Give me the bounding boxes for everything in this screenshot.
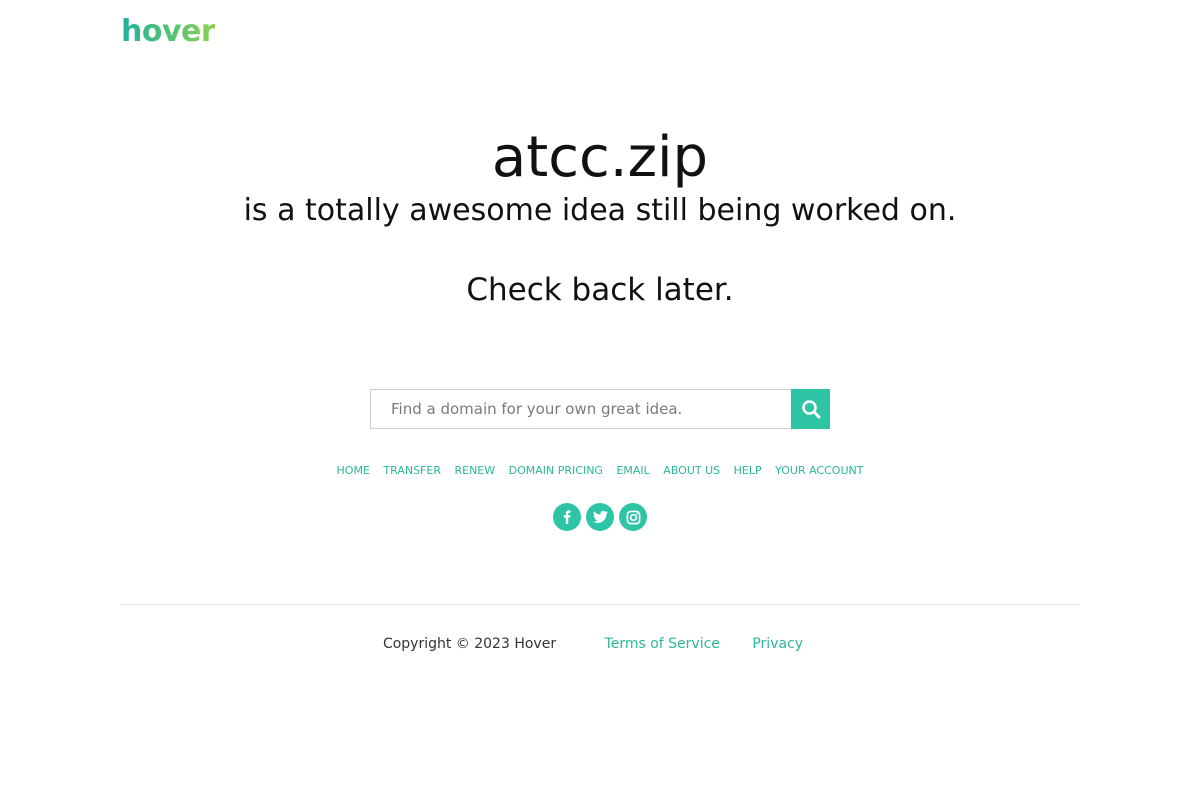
footer: Copyright © 2023 Hover Terms of Service … [0,634,1200,654]
footer-nav: HOME TRANSFER RENEW DOMAIN PRICING EMAIL… [0,463,1200,479]
terms-of-service-link[interactable]: Terms of Service [605,636,720,652]
nav-about-us[interactable]: ABOUT US [663,464,720,477]
facebook-icon [563,510,571,524]
nav-domain-pricing[interactable]: DOMAIN PRICING [509,464,603,477]
search-button[interactable] [791,389,830,429]
page: hover atcc.zip is a totally awesome idea… [0,0,1200,800]
social-links [0,503,1200,531]
privacy-link[interactable]: Privacy [752,636,803,652]
instagram-link[interactable] [619,503,647,531]
nav-transfer[interactable]: TRANSFER [383,464,441,477]
facebook-link[interactable] [553,503,581,531]
nav-email[interactable]: EMAIL [616,464,649,477]
hover-logo[interactable]: hover [121,14,216,50]
nav-help[interactable]: HELP [734,464,762,477]
footer-divider [120,604,1080,605]
twitter-icon [592,510,608,523]
check-back-text: Check back later. [466,272,734,308]
nav-renew[interactable]: RENEW [454,464,495,477]
copyright-text: Copyright © 2023 Hover [382,636,557,652]
domain-search-input[interactable] [370,389,791,429]
nav-home[interactable]: HOME [337,464,370,477]
tagline: is a totally awesome idea still being wo… [243,193,957,228]
twitter-link[interactable] [586,503,614,531]
domain-search-form [370,389,830,429]
nav-your-account[interactable]: YOUR ACCOUNT [775,464,863,477]
instagram-icon [626,510,640,524]
search-icon [801,400,820,419]
domain-title: atcc.zip [491,125,709,190]
